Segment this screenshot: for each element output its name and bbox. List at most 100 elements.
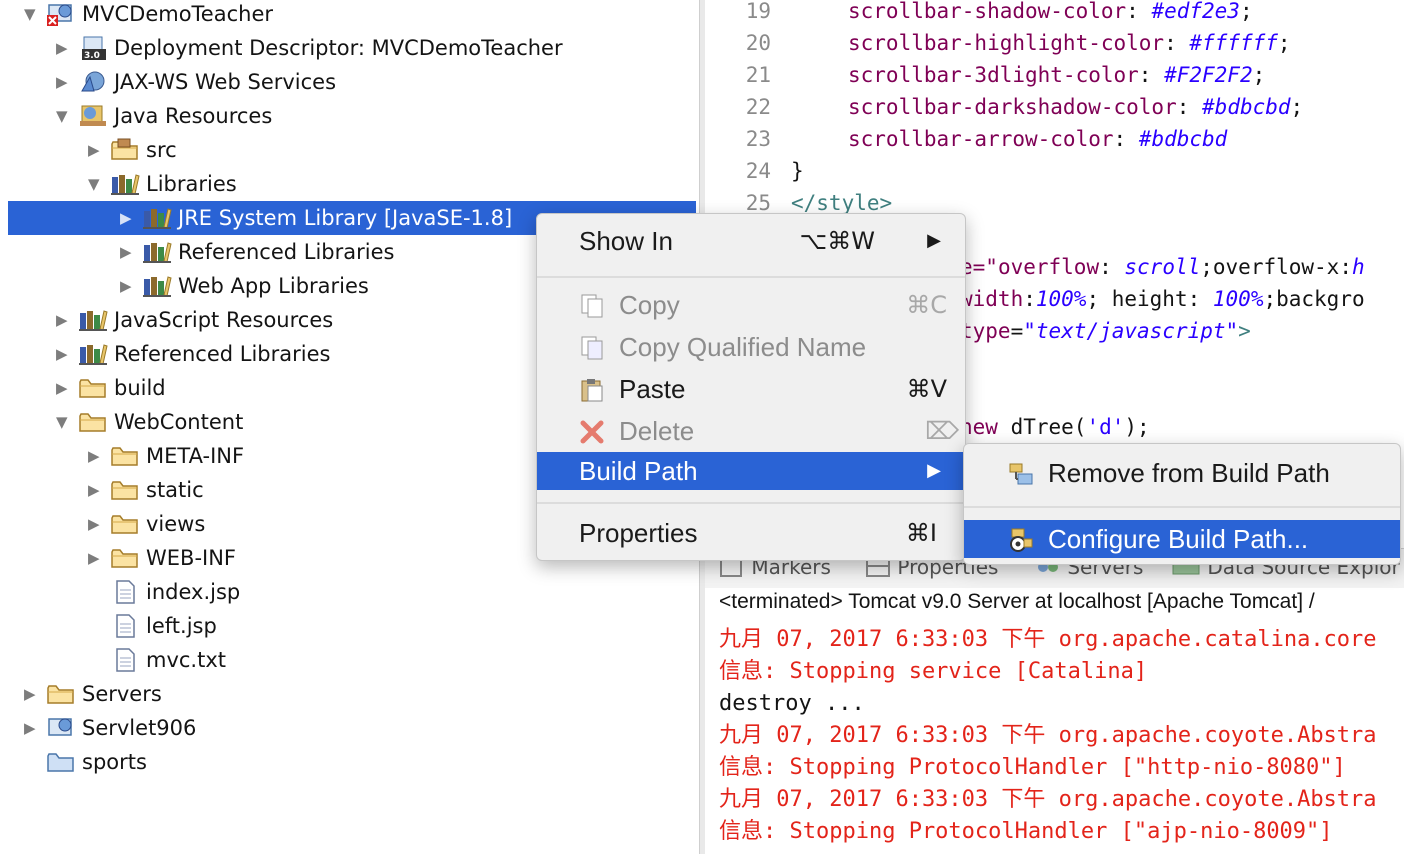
- tree-item-label: WebContent: [114, 410, 244, 434]
- tree-item-label: Servlet906: [82, 716, 197, 740]
- tree-item-label: mvc.txt: [146, 648, 227, 672]
- submenu-arrow-icon: ▶: [927, 230, 941, 251]
- tree-item[interactable]: mvc.txt: [0, 643, 700, 677]
- line-number: 20: [745, 31, 771, 55]
- tree-item[interactable]: ▶ Servers: [0, 677, 700, 711]
- tree-item-label: JavaScript Resources: [114, 308, 334, 332]
- console-line: 信息: Stopping service [Catalina]: [719, 659, 1148, 684]
- library-icon: [143, 242, 172, 263]
- tree-collapsed-icon[interactable]: ▶: [24, 683, 38, 705]
- paste-icon: [581, 379, 603, 402]
- console-line: 信息: Stopping ProtocolHandler ["http-nio-…: [719, 755, 1346, 780]
- tree-item[interactable]: ▼ MVCDemoTeacher: [0, 0, 700, 31]
- library-icon: [143, 276, 172, 297]
- tree-expanded-icon[interactable]: ▼: [88, 173, 102, 195]
- menu-item-configure-build-path[interactable]: Configure Build Path...: [964, 520, 1400, 558]
- tree-expanded-icon[interactable]: ▼: [56, 411, 70, 433]
- folder-icon: [111, 549, 138, 568]
- web-project-icon-error: [47, 4, 72, 26]
- tree-collapsed-icon[interactable]: ▶: [56, 343, 70, 365]
- tree-item-label: JAX-WS Web Services: [114, 70, 337, 94]
- console-line: 九月 07, 2017 6:33:03 下午 org.apache.catali…: [719, 627, 1377, 652]
- console-view[interactable]: <terminated> Tomcat v9.0 Server at local…: [705, 588, 1404, 854]
- configure-build-path-icon: [1010, 528, 1033, 552]
- folder-icon: [111, 481, 138, 500]
- file-icon: [116, 580, 135, 604]
- menu-item-remove-from-build-path[interactable]: Remove from Build Path: [964, 454, 1400, 492]
- menu-item-delete[interactable]: Delete ⌦: [537, 412, 965, 450]
- deployment-descriptor-icon: 3.0: [82, 36, 106, 61]
- tree-item[interactable]: ▼ Java Resources: [0, 99, 700, 133]
- tree-item-label: build: [114, 376, 166, 400]
- code-line: type="text/javascript">: [960, 319, 1251, 343]
- line-number: 22: [745, 95, 771, 119]
- tree-collapsed-icon[interactable]: ▶: [24, 717, 38, 739]
- tree-item-label: Servers: [82, 682, 162, 706]
- tree-collapsed-icon[interactable]: ▶: [88, 445, 102, 467]
- code-line: scrollbar-highlight-color: #ffffff;: [848, 31, 1291, 55]
- tree-item-label: sports: [82, 750, 147, 774]
- console-line: 信息: Stopping ProtocolHandler ["ajp-nio-8…: [719, 819, 1333, 844]
- tree-item-label: views: [146, 512, 206, 536]
- menu-separator: [964, 506, 1400, 508]
- menu-item-copy[interactable]: Copy ⌘C: [537, 286, 965, 324]
- tree-collapsed-icon[interactable]: ▶: [56, 377, 70, 399]
- tree-collapsed-icon[interactable]: ▶: [56, 309, 70, 331]
- tree-expanded-icon[interactable]: ▼: [24, 3, 38, 25]
- tree-collapsed-icon[interactable]: ▶: [120, 207, 134, 229]
- java-resources-icon: [80, 105, 106, 126]
- code-line: scrollbar-3dlight-color: #F2F2F2;: [848, 63, 1266, 87]
- menu-item-show-in[interactable]: Show In ⌥⌘W ▶: [537, 222, 965, 260]
- library-icon: [143, 208, 172, 229]
- tree-collapsed-icon[interactable]: ▶: [56, 71, 70, 93]
- code-line: scrollbar-darkshadow-color: #bdbcbd;: [848, 95, 1304, 119]
- svg-text:3.0: 3.0: [84, 51, 100, 61]
- tree-collapsed-icon[interactable]: ▶: [120, 241, 134, 263]
- library-icon: [79, 344, 108, 365]
- delete-icon: [580, 420, 604, 444]
- code-line: e="overflow: scroll;overflow-x:h: [960, 255, 1365, 279]
- tree-item[interactable]: ▶ Servlet906: [0, 711, 700, 745]
- library-icon: [111, 174, 140, 195]
- tree-item-label: Java Resources: [114, 104, 273, 128]
- folder-icon: [111, 515, 138, 534]
- code-line: }: [791, 159, 804, 183]
- tree-item[interactable]: ▶ JAX-WS Web Services: [0, 65, 700, 99]
- tree-item-label: MVCDemoTeacher: [82, 2, 273, 26]
- file-icon: [116, 614, 135, 638]
- tree-item-label: left.jsp: [146, 614, 217, 638]
- console-line: 九月 07, 2017 6:33:03 下午 org.apache.coyote…: [719, 787, 1377, 812]
- tree-collapsed-icon[interactable]: ▶: [88, 139, 102, 161]
- tree-collapsed-icon[interactable]: ▶: [88, 513, 102, 535]
- menu-item-properties[interactable]: Properties ⌘I: [537, 514, 965, 552]
- code-line: new dTree('d');: [960, 415, 1150, 439]
- menu-item-build-path[interactable]: Build Path ▶: [537, 452, 965, 490]
- file-icon: [116, 648, 135, 672]
- tree-collapsed-icon[interactable]: ▶: [120, 275, 134, 297]
- tree-item[interactable]: left.jsp: [0, 609, 700, 643]
- line-number: 24: [745, 159, 771, 183]
- tree-collapsed-icon[interactable]: ▶: [88, 479, 102, 501]
- tree-item[interactable]: index.jsp: [0, 575, 700, 609]
- tree-item[interactable]: ▶ src: [0, 133, 700, 167]
- folder-icon: [47, 685, 74, 704]
- tree-expanded-icon[interactable]: ▼: [56, 105, 70, 127]
- console-line: 九月 07, 2017 6:33:03 下午 org.apache.coyote…: [719, 723, 1377, 748]
- package-folder-icon: [111, 138, 138, 160]
- line-number: 19: [745, 0, 771, 23]
- copy-icon: [581, 294, 603, 318]
- folder-icon: [79, 379, 106, 398]
- tree-item[interactable]: sports: [0, 745, 700, 779]
- tree-item[interactable]: ▶ 3.0 Deployment Descriptor: MVCDemoTeache…: [0, 31, 700, 65]
- remove-build-path-icon: [1009, 463, 1033, 485]
- menu-item-paste[interactable]: Paste ⌘V: [537, 370, 965, 408]
- tree-collapsed-icon[interactable]: ▶: [88, 547, 102, 569]
- tree-item-label: Deployment Descriptor: MVCDemoTeacher: [114, 36, 563, 60]
- web-services-icon: [81, 71, 105, 92]
- project-folder-icon: [47, 753, 74, 772]
- tree-item[interactable]: ▼ Libraries: [0, 167, 700, 201]
- tree-collapsed-icon[interactable]: ▶: [56, 37, 70, 59]
- menu-item-copy-qualified-name[interactable]: Copy Qualified Name: [537, 328, 965, 366]
- tree-item-label: src: [146, 138, 177, 162]
- tree-item-label: JRE System Library [JavaSE-1.8]: [178, 206, 513, 230]
